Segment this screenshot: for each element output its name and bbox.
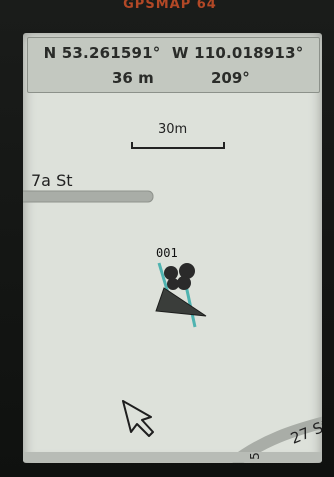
map-pointer-icon[interactable] — [122, 400, 154, 437]
map-view[interactable]: 30m 7a St 27 St 5 001 — [23, 95, 322, 463]
street-label-7a-st: 7a St — [31, 171, 73, 190]
gps-screen: N 53.261591° W 110.018913° 36 m 209° 30m… — [23, 33, 322, 463]
scale-label: 30m — [158, 122, 188, 137]
coordinate-readout: N 53.261591° W 110.018913° — [28, 44, 319, 62]
road-7a-st — [23, 190, 154, 203]
waypoint-flag-icon[interactable] — [164, 263, 195, 290]
device-brand-strip: GPSMAP 64 — [123, 0, 217, 12]
street-label-5: 5 — [247, 452, 262, 460]
road-bottom — [23, 452, 322, 462]
latitude-value: N 53.261591° — [43, 44, 161, 62]
waypoint-label: 001 — [156, 246, 178, 260]
gps-device: GPSMAP 64 N 53.261591° W 110.018913° 36 … — [0, 0, 334, 477]
heading-value: 209° — [211, 69, 250, 87]
accuracy-value: 36 m — [112, 69, 154, 87]
map-canvas — [23, 190, 322, 463]
coordinate-panel: N 53.261591° W 110.018913° 36 m 209° — [27, 37, 320, 93]
longitude-value: W 110.018913° — [171, 44, 304, 62]
position-triangle-icon — [155, 287, 207, 317]
scale-bar — [131, 142, 225, 149]
